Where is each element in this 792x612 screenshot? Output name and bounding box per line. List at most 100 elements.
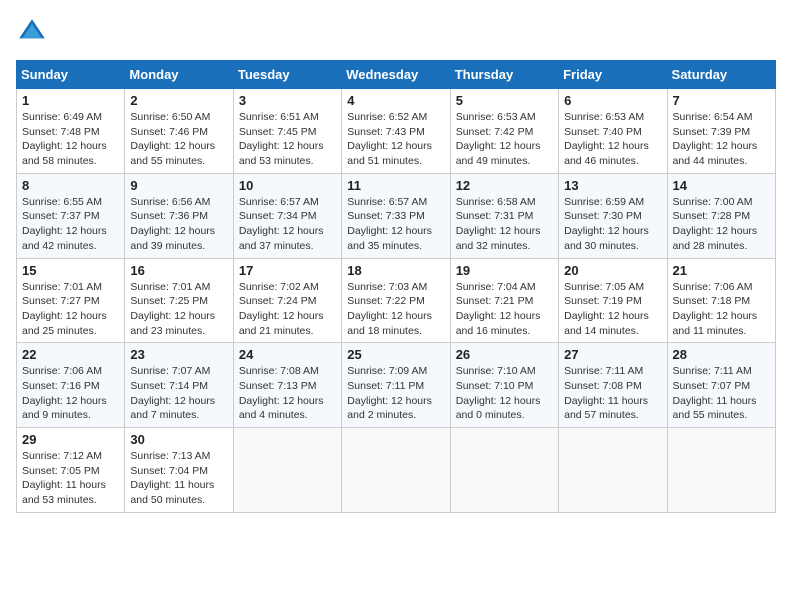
calendar-week-row: 22 Sunrise: 7:06 AM Sunset: 7:16 PM Dayli… xyxy=(17,343,776,428)
calendar-cell: 15 Sunrise: 7:01 AM Sunset: 7:27 PM Dayli… xyxy=(17,258,125,343)
day-number: 2 xyxy=(130,93,227,108)
calendar-cell xyxy=(342,428,450,513)
day-number: 22 xyxy=(22,347,119,362)
day-detail: Sunrise: 7:13 AM Sunset: 7:04 PM Dayligh… xyxy=(130,449,227,508)
day-number: 4 xyxy=(347,93,444,108)
calendar-week-row: 15 Sunrise: 7:01 AM Sunset: 7:27 PM Dayli… xyxy=(17,258,776,343)
calendar-cell: 27 Sunrise: 7:11 AM Sunset: 7:08 PM Dayli… xyxy=(559,343,667,428)
calendar-cell xyxy=(450,428,558,513)
day-number: 12 xyxy=(456,178,553,193)
day-detail: Sunrise: 7:00 AM Sunset: 7:28 PM Dayligh… xyxy=(673,195,770,254)
day-detail: Sunrise: 7:11 AM Sunset: 7:07 PM Dayligh… xyxy=(673,364,770,423)
day-number: 14 xyxy=(673,178,770,193)
calendar: SundayMondayTuesdayWednesdayThursdayFrid… xyxy=(16,60,776,513)
day-detail: Sunrise: 6:54 AM Sunset: 7:39 PM Dayligh… xyxy=(673,110,770,169)
day-number: 9 xyxy=(130,178,227,193)
day-detail: Sunrise: 7:02 AM Sunset: 7:24 PM Dayligh… xyxy=(239,280,336,339)
day-detail: Sunrise: 7:06 AM Sunset: 7:18 PM Dayligh… xyxy=(673,280,770,339)
day-detail: Sunrise: 6:58 AM Sunset: 7:31 PM Dayligh… xyxy=(456,195,553,254)
calendar-cell: 28 Sunrise: 7:11 AM Sunset: 7:07 PM Dayli… xyxy=(667,343,775,428)
day-number: 5 xyxy=(456,93,553,108)
calendar-cell: 11 Sunrise: 6:57 AM Sunset: 7:33 PM Dayli… xyxy=(342,173,450,258)
day-number: 21 xyxy=(673,263,770,278)
day-detail: Sunrise: 7:12 AM Sunset: 7:05 PM Dayligh… xyxy=(22,449,119,508)
calendar-cell: 17 Sunrise: 7:02 AM Sunset: 7:24 PM Dayli… xyxy=(233,258,341,343)
calendar-cell: 6 Sunrise: 6:53 AM Sunset: 7:40 PM Daylig… xyxy=(559,89,667,174)
header xyxy=(16,16,776,48)
calendar-week-row: 29Sunrise: 7:12 AM Sunset: 7:05 PM Dayli… xyxy=(17,428,776,513)
day-number: 18 xyxy=(347,263,444,278)
day-detail: Sunrise: 6:53 AM Sunset: 7:42 PM Dayligh… xyxy=(456,110,553,169)
day-detail: Sunrise: 7:09 AM Sunset: 7:11 PM Dayligh… xyxy=(347,364,444,423)
day-detail: Sunrise: 7:06 AM Sunset: 7:16 PM Dayligh… xyxy=(22,364,119,423)
calendar-cell: 23 Sunrise: 7:07 AM Sunset: 7:14 PM Dayli… xyxy=(125,343,233,428)
calendar-cell: 1Sunrise: 6:49 AM Sunset: 7:48 PM Daylig… xyxy=(17,89,125,174)
day-detail: Sunrise: 7:07 AM Sunset: 7:14 PM Dayligh… xyxy=(130,364,227,423)
calendar-week-row: 1Sunrise: 6:49 AM Sunset: 7:48 PM Daylig… xyxy=(17,89,776,174)
day-detail: Sunrise: 6:50 AM Sunset: 7:46 PM Dayligh… xyxy=(130,110,227,169)
calendar-cell: 12 Sunrise: 6:58 AM Sunset: 7:31 PM Dayli… xyxy=(450,173,558,258)
day-number: 25 xyxy=(347,347,444,362)
day-number: 1 xyxy=(22,93,119,108)
calendar-cell: 9 Sunrise: 6:56 AM Sunset: 7:36 PM Daylig… xyxy=(125,173,233,258)
day-number: 27 xyxy=(564,347,661,362)
day-number: 16 xyxy=(130,263,227,278)
day-detail: Sunrise: 7:01 AM Sunset: 7:25 PM Dayligh… xyxy=(130,280,227,339)
day-detail: Sunrise: 7:08 AM Sunset: 7:13 PM Dayligh… xyxy=(239,364,336,423)
day-number: 6 xyxy=(564,93,661,108)
day-detail: Sunrise: 6:57 AM Sunset: 7:34 PM Dayligh… xyxy=(239,195,336,254)
day-number: 17 xyxy=(239,263,336,278)
day-detail: Sunrise: 7:01 AM Sunset: 7:27 PM Dayligh… xyxy=(22,280,119,339)
day-number: 11 xyxy=(347,178,444,193)
day-number: 13 xyxy=(564,178,661,193)
calendar-cell: 24 Sunrise: 7:08 AM Sunset: 7:13 PM Dayli… xyxy=(233,343,341,428)
day-number: 15 xyxy=(22,263,119,278)
calendar-cell: 7 Sunrise: 6:54 AM Sunset: 7:39 PM Daylig… xyxy=(667,89,775,174)
day-detail: Sunrise: 7:04 AM Sunset: 7:21 PM Dayligh… xyxy=(456,280,553,339)
column-header-sunday: Sunday xyxy=(17,61,125,89)
calendar-cell: 22 Sunrise: 7:06 AM Sunset: 7:16 PM Dayli… xyxy=(17,343,125,428)
calendar-cell: 18 Sunrise: 7:03 AM Sunset: 7:22 PM Dayli… xyxy=(342,258,450,343)
day-number: 28 xyxy=(673,347,770,362)
day-detail: Sunrise: 7:03 AM Sunset: 7:22 PM Dayligh… xyxy=(347,280,444,339)
day-detail: Sunrise: 6:59 AM Sunset: 7:30 PM Dayligh… xyxy=(564,195,661,254)
calendar-header-row: SundayMondayTuesdayWednesdayThursdayFrid… xyxy=(17,61,776,89)
day-detail: Sunrise: 6:52 AM Sunset: 7:43 PM Dayligh… xyxy=(347,110,444,169)
calendar-cell: 30 Sunrise: 7:13 AM Sunset: 7:04 PM Dayli… xyxy=(125,428,233,513)
calendar-cell: 25 Sunrise: 7:09 AM Sunset: 7:11 PM Dayli… xyxy=(342,343,450,428)
day-number: 26 xyxy=(456,347,553,362)
calendar-cell: 13 Sunrise: 6:59 AM Sunset: 7:30 PM Dayli… xyxy=(559,173,667,258)
day-number: 30 xyxy=(130,432,227,447)
day-detail: Sunrise: 6:56 AM Sunset: 7:36 PM Dayligh… xyxy=(130,195,227,254)
calendar-cell: 14 Sunrise: 7:00 AM Sunset: 7:28 PM Dayli… xyxy=(667,173,775,258)
day-number: 3 xyxy=(239,93,336,108)
calendar-cell: 29Sunrise: 7:12 AM Sunset: 7:05 PM Dayli… xyxy=(17,428,125,513)
column-header-thursday: Thursday xyxy=(450,61,558,89)
day-number: 8 xyxy=(22,178,119,193)
day-detail: Sunrise: 6:57 AM Sunset: 7:33 PM Dayligh… xyxy=(347,195,444,254)
day-number: 19 xyxy=(456,263,553,278)
day-number: 23 xyxy=(130,347,227,362)
calendar-cell: 20 Sunrise: 7:05 AM Sunset: 7:19 PM Dayli… xyxy=(559,258,667,343)
day-detail: Sunrise: 7:05 AM Sunset: 7:19 PM Dayligh… xyxy=(564,280,661,339)
day-number: 7 xyxy=(673,93,770,108)
day-detail: Sunrise: 6:53 AM Sunset: 7:40 PM Dayligh… xyxy=(564,110,661,169)
day-number: 10 xyxy=(239,178,336,193)
day-detail: Sunrise: 7:11 AM Sunset: 7:08 PM Dayligh… xyxy=(564,364,661,423)
column-header-friday: Friday xyxy=(559,61,667,89)
column-header-wednesday: Wednesday xyxy=(342,61,450,89)
logo xyxy=(16,16,52,48)
calendar-cell: 2 Sunrise: 6:50 AM Sunset: 7:46 PM Daylig… xyxy=(125,89,233,174)
day-detail: Sunrise: 7:10 AM Sunset: 7:10 PM Dayligh… xyxy=(456,364,553,423)
day-detail: Sunrise: 6:51 AM Sunset: 7:45 PM Dayligh… xyxy=(239,110,336,169)
calendar-cell xyxy=(559,428,667,513)
calendar-cell: 8Sunrise: 6:55 AM Sunset: 7:37 PM Daylig… xyxy=(17,173,125,258)
column-header-tuesday: Tuesday xyxy=(233,61,341,89)
day-number: 24 xyxy=(239,347,336,362)
calendar-cell xyxy=(667,428,775,513)
calendar-cell: 10 Sunrise: 6:57 AM Sunset: 7:34 PM Dayli… xyxy=(233,173,341,258)
calendar-cell: 19 Sunrise: 7:04 AM Sunset: 7:21 PM Dayli… xyxy=(450,258,558,343)
day-number: 20 xyxy=(564,263,661,278)
calendar-cell: 3 Sunrise: 6:51 AM Sunset: 7:45 PM Daylig… xyxy=(233,89,341,174)
column-header-monday: Monday xyxy=(125,61,233,89)
